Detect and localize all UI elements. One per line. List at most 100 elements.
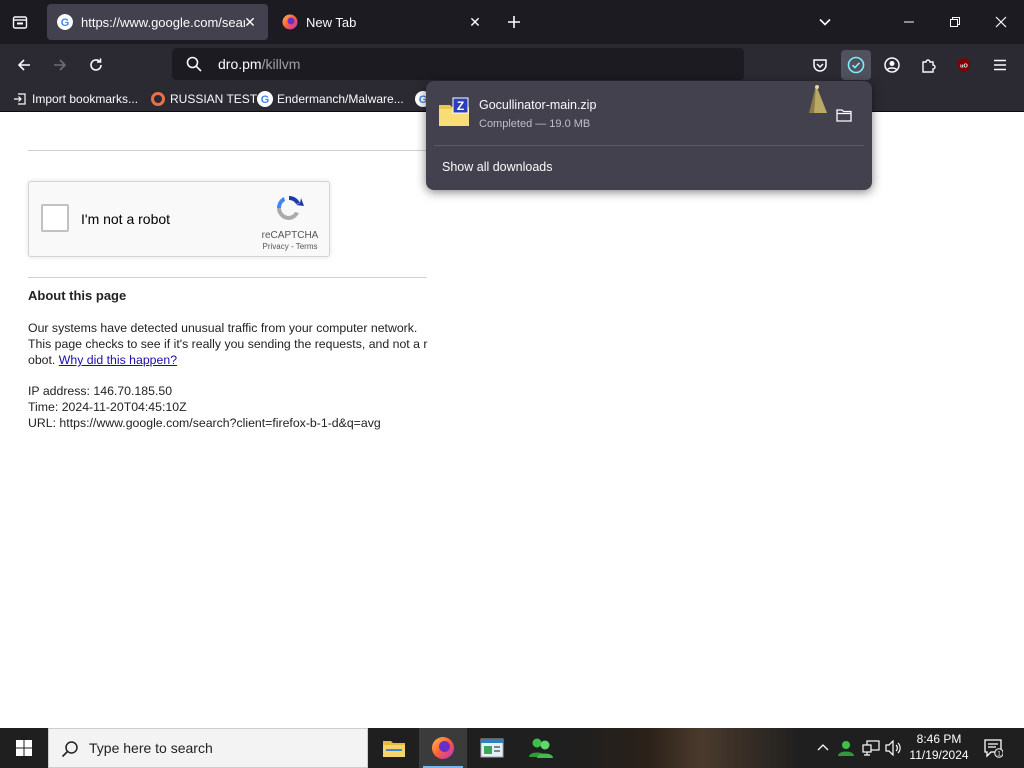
notification-count: 1 xyxy=(997,751,1001,758)
user-tray-icon xyxy=(838,741,854,756)
users-icon xyxy=(529,738,553,758)
ublock-icon: uO xyxy=(958,58,970,72)
account-button[interactable] xyxy=(877,50,907,80)
back-button[interactable] xyxy=(9,50,39,80)
close-tab-icon[interactable]: ✕ xyxy=(467,14,483,30)
network-icon xyxy=(862,740,880,756)
firefox-view-button[interactable] xyxy=(6,8,34,36)
search-icon xyxy=(61,741,78,758)
hamburger-menu-icon xyxy=(994,59,1006,71)
arrow-left-icon xyxy=(17,59,30,71)
taskbar-app-window[interactable] xyxy=(468,728,516,768)
pocket-button[interactable] xyxy=(805,50,835,80)
firefox-icon xyxy=(432,737,454,759)
action-center-button[interactable]: 1 xyxy=(982,738,1004,758)
list-all-tabs-button[interactable] xyxy=(811,8,839,36)
recaptcha-logo-icon xyxy=(276,195,304,220)
chevron-down-icon xyxy=(819,18,831,26)
clock-time: 8:46 PM xyxy=(916,732,962,746)
start-button[interactable] xyxy=(0,728,48,768)
svg-text:uO: uO xyxy=(960,64,968,70)
reload-button[interactable] xyxy=(81,50,111,80)
google-icon: G xyxy=(57,14,73,30)
show-hidden-icons-button[interactable] xyxy=(813,738,833,758)
recaptcha-privacy-terms-links[interactable]: Privacy - Terms xyxy=(251,242,329,251)
google-icon: G xyxy=(257,91,273,107)
page-content: I'm not a robot reCAPTCHA Privacy - Term… xyxy=(0,113,1024,728)
restore-icon xyxy=(950,17,960,27)
cursor-icon xyxy=(809,85,827,113)
tab-new-tab[interactable]: New Tab ✕ xyxy=(272,4,493,40)
menu-button[interactable] xyxy=(985,50,1015,80)
taskbar-app-users[interactable] xyxy=(517,728,565,768)
extensions-button[interactable] xyxy=(913,50,943,80)
firefox-view-icon xyxy=(12,16,28,29)
zip-archive-icon: Z xyxy=(439,97,469,126)
download-status: Completed — 19.0 MB xyxy=(479,118,591,130)
firefox-icon xyxy=(282,14,298,30)
bookmark-import[interactable]: Import bookmarks... xyxy=(12,90,138,108)
taskbar-firefox[interactable] xyxy=(419,728,467,768)
folder-icon xyxy=(383,741,405,757)
close-tab-icon[interactable]: ✕ xyxy=(242,14,258,30)
navigation-toolbar: dro.pm/killvm uO xyxy=(0,44,1024,86)
arrow-right-icon xyxy=(54,59,67,71)
address-text[interactable]: dro.pm/killvm xyxy=(218,56,300,72)
download-complete-icon xyxy=(847,56,865,74)
svg-text:Z: Z xyxy=(457,99,464,113)
notification-icon: 1 xyxy=(984,739,1003,758)
forward-button[interactable] xyxy=(45,50,75,80)
address-bar[interactable]: dro.pm/killvm xyxy=(172,48,744,80)
plus-icon xyxy=(508,16,520,28)
about-heading: About this page xyxy=(28,288,127,303)
bookmark-russian-test[interactable]: RUSSIAN TEST xyxy=(150,90,257,108)
puzzle-icon xyxy=(922,59,936,73)
window-app-icon xyxy=(480,738,504,758)
time-line: Time: 2024-11-20T04:45:10Z xyxy=(28,400,187,414)
divider xyxy=(28,277,427,278)
clock-date: 11/19/2024 xyxy=(909,748,969,762)
download-file-name[interactable]: Gocullinator-main.zip xyxy=(479,98,596,112)
chevron-up-icon xyxy=(817,744,829,751)
downloads-panel: Z Gocullinator-main.zip Completed — 19.0… xyxy=(426,81,872,190)
new-tab-button[interactable] xyxy=(500,8,528,36)
show-in-folder-button[interactable] xyxy=(832,105,856,125)
windows-taskbar: Type here to search 8:46 PM 11/19/2024 1 xyxy=(0,728,1024,768)
taskbar-clock[interactable]: 8:46 PM 11/19/2024 xyxy=(904,731,974,763)
close-window-button[interactable] xyxy=(978,0,1024,44)
pocket-icon xyxy=(813,59,827,72)
taskbar-file-explorer[interactable] xyxy=(370,728,418,768)
tab-google-search[interactable]: G https://www.google.com/search?client=f… xyxy=(47,4,268,40)
bookmark-endermanch[interactable]: G Endermanch/Malware... xyxy=(257,90,404,108)
taskbar-search-placeholder: Type here to search xyxy=(89,740,213,756)
tab-strip: G https://www.google.com/search?client=f… xyxy=(0,0,1024,44)
ublock-origin-button[interactable]: uO xyxy=(949,50,979,80)
bookmark-label: Endermanch/Malware... xyxy=(277,92,404,106)
recaptcha-checkbox[interactable] xyxy=(41,204,69,232)
import-icon xyxy=(12,91,28,107)
about-paragraph: Our systems have detected unusual traffi… xyxy=(28,320,428,368)
recaptcha-label: I'm not a robot xyxy=(81,211,171,227)
address-path: /killvm xyxy=(261,56,301,72)
bookmark-label: Import bookmarks... xyxy=(32,92,139,106)
restore-button[interactable] xyxy=(932,0,978,44)
bookmark-label: RUSSIAN TEST xyxy=(170,92,258,106)
taskbar-search-box[interactable]: Type here to search xyxy=(48,728,368,768)
globe-icon xyxy=(150,91,166,107)
svg-text:G: G xyxy=(61,17,70,29)
speaker-icon xyxy=(885,740,901,756)
show-all-downloads-button[interactable]: Show all downloads xyxy=(442,160,553,174)
tray-user-app[interactable] xyxy=(836,738,856,758)
panel-separator xyxy=(434,145,864,146)
minimize-button[interactable] xyxy=(886,0,932,44)
taskbar-wallpaper-area xyxy=(580,728,800,768)
tray-network[interactable] xyxy=(861,738,881,758)
recaptcha-widget: I'm not a robot reCAPTCHA Privacy - Term… xyxy=(28,181,330,257)
url-line: URL: https://www.google.com/search?clien… xyxy=(28,416,381,430)
downloads-button[interactable] xyxy=(841,50,871,80)
tab-title: https://www.google.com/search?client=fir… xyxy=(81,14,245,30)
tray-volume[interactable] xyxy=(884,738,904,758)
svg-text:G: G xyxy=(261,94,270,106)
why-did-this-happen-link[interactable]: Why did this happen? xyxy=(59,353,177,367)
folder-icon xyxy=(836,109,852,122)
